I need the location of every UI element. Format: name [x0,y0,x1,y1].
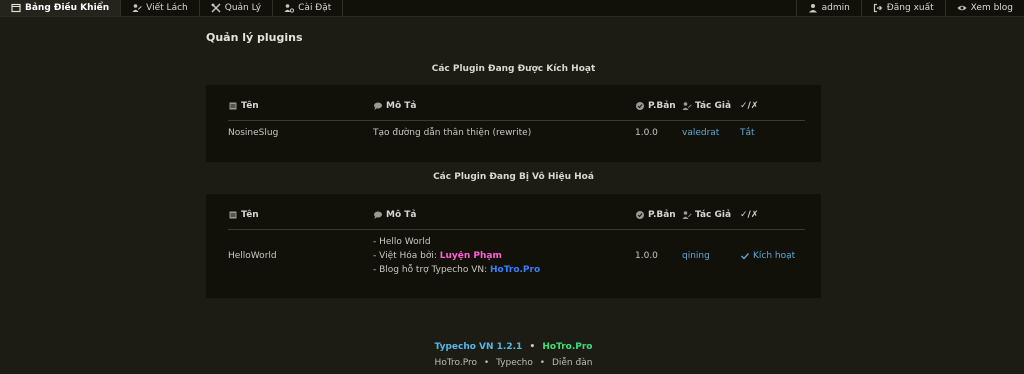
plugin-desc: Tạo đường dẫn thân thiện (rewrite) [373,128,532,138]
col-action: ✓/✗ [740,209,759,220]
active-plugins-title: Các Plugin Đang Được Kích Hoạt [431,64,596,74]
dashboard-icon [11,3,21,13]
user-gear-icon [284,3,295,13]
nav-left: Bảng Điều Khiển Viết Lách Quản Lý Cài Đặ… [0,0,344,16]
users-icon [132,3,142,13]
footer-link-hotro[interactable]: HoTro.Pro [435,358,477,368]
col-action: ✓/✗ [740,100,759,111]
page-title: Quản lý plugins [206,31,303,44]
comment-icon [373,101,383,111]
plugin-name: NosineSlug [228,128,279,138]
check-icon [740,251,750,261]
col-desc: Mô Tả [386,209,417,220]
user-pen-icon [682,210,692,220]
footer-links: HoTro.Pro • Typecho • Diễn đàn [206,358,821,368]
nav-view-blog[interactable]: Xem blog [944,0,1024,16]
footer-link-typecho[interactable]: Typecho [496,358,533,368]
footer-link-forum[interactable]: Diễn đàn [552,358,592,368]
top-nav: Bảng Điều Khiển Viết Lách Quản Lý Cài Đặ… [0,0,1024,17]
nav-write[interactable]: Viết Lách [121,0,200,16]
tools-icon [211,3,221,13]
nav-write-label: Viết Lách [146,3,188,13]
translator-link[interactable]: Luyện Phạm [440,251,502,261]
nav-right: admin Đăng xuất Xem blog [795,0,1024,16]
inactive-plugins-table: Tên Mô Tả P.Bản Tác Giả ✓/✗ HelloWorld -… [206,194,821,298]
plugin-name: HelloWorld [228,251,277,261]
footer-version: Typecho VN 1.2.1 • HoTro.Pro [206,342,821,352]
user-icon [808,3,818,13]
table-row: NosineSlug Tạo đường dẫn thân thiện (rew… [228,121,805,145]
col-version: P.Bản [648,100,676,111]
col-desc: Mô Tả [386,100,417,111]
col-author: Tác Giả [695,209,732,220]
table-header: Tên Mô Tả P.Bản Tác Giả ✓/✗ [228,194,805,230]
nav-manage[interactable]: Quản Lý [200,0,274,16]
check-circle-icon [635,101,645,111]
user-pen-icon [682,101,692,111]
activate-button[interactable]: Kích hoạt [740,251,805,261]
desc-line-3: - Blog hỗ trợ Typecho VN: HoTro.Pro [373,264,540,276]
hotro-link[interactable]: HoTro.Pro [542,342,592,352]
nav-settings[interactable]: Cài Đặt [273,0,344,16]
check-circle-icon [635,210,645,220]
col-name: Tên [241,100,259,111]
plugin-version: 1.0.0 [635,128,658,138]
support-blog-link[interactable]: HoTro.Pro [490,265,540,275]
plugin-desc: - Hello World - Việt Hóa bởi: Luyện Phạm… [373,236,635,276]
logout-icon [873,3,883,13]
comment-icon [373,210,383,220]
nav-dashboard-label: Bảng Điều Khiển [25,3,110,13]
col-name: Tên [241,209,259,220]
nav-logout[interactable]: Đăng xuất [860,0,945,16]
nav-settings-label: Cài Đặt [298,3,332,13]
eye-icon [957,3,967,13]
col-author: Tác Giả [695,100,732,111]
footer-separator: • [483,358,490,368]
table-header: Tên Mô Tả P.Bản Tác Giả ✓/✗ [228,85,805,121]
nav-logout-label: Đăng xuất [886,3,934,13]
inactive-plugins-title: Các Plugin Đang Bị Vô Hiệu Hoá [433,172,594,182]
col-version: P.Bản [648,209,676,220]
plugin-author-link[interactable]: qining [682,251,740,261]
table-row: HelloWorld - Hello World - Việt Hóa bởi:… [228,230,805,282]
nav-view-blog-label: Xem blog [970,3,1013,13]
activate-label: Kích hoạt [753,251,796,261]
desc-line-3-prefix: - Blog hỗ trợ Typecho VN: [373,265,491,275]
desc-line-1: - Hello World [373,237,431,247]
deactivate-button[interactable]: Tắt [740,128,805,138]
nav-manage-label: Quản Lý [224,3,262,13]
list-icon [228,210,238,220]
nav-dashboard[interactable]: Bảng Điều Khiển [0,0,122,16]
list-icon [228,101,238,111]
nav-admin[interactable]: admin [795,0,861,16]
desc-line-2: - Việt Hóa bởi: Luyện Phạm [373,250,502,262]
footer-separator: • [539,358,546,368]
desc-line-2-prefix: - Việt Hóa bởi: [373,251,440,261]
nav-admin-label: admin [821,3,850,13]
plugin-version: 1.0.0 [635,251,658,261]
typecho-version-link[interactable]: Typecho VN 1.2.1 [435,342,523,352]
plugin-author-link[interactable]: valedrat [682,128,740,138]
active-plugins-table: Tên Mô Tả P.Bản Tác Giả ✓/✗ NosineSlug T… [206,85,821,162]
footer-separator: • [529,342,536,352]
